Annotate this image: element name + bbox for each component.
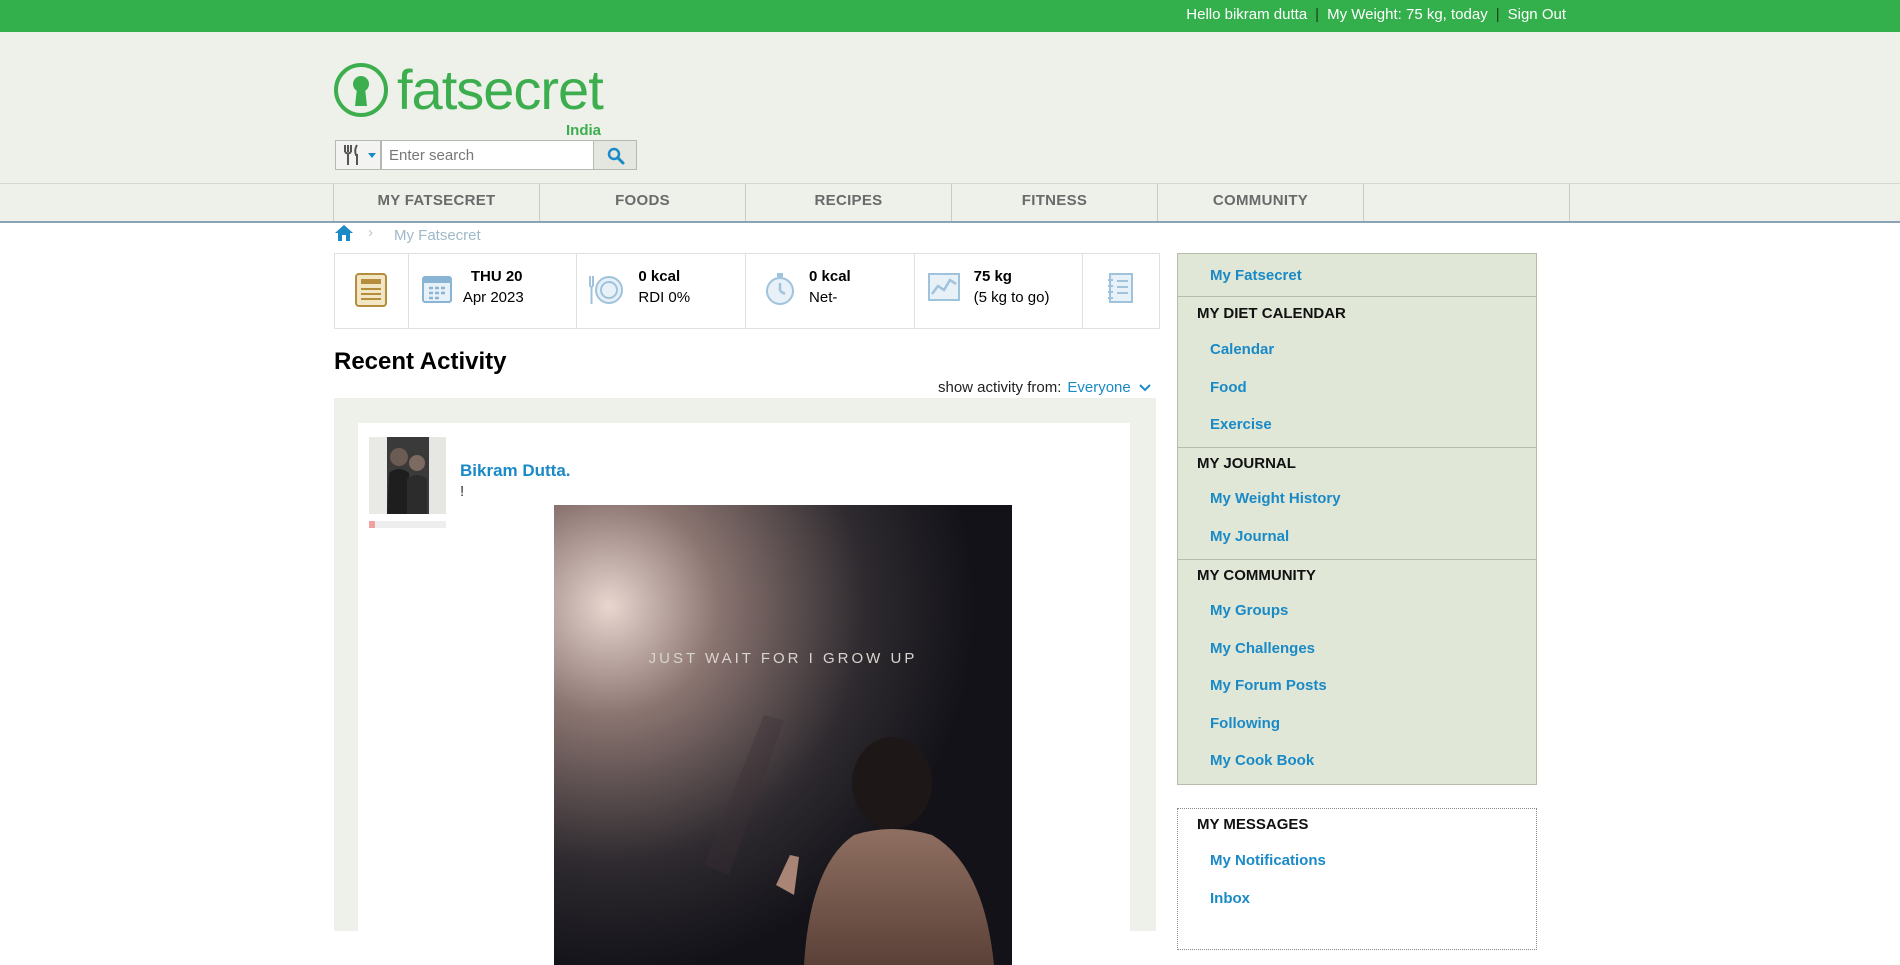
main-nav: MY FATSECRET FOODS RECIPES FITNESS COMMU… <box>0 183 1900 223</box>
top-bar: Hello bikram dutta | My Weight: 75 kg, tod… <box>0 0 1900 32</box>
sidebar-item-calendar[interactable]: Calendar <box>1210 341 1274 358</box>
sidebar-item-cook-book[interactable]: My Cook Book <box>1210 752 1314 769</box>
post-author[interactable]: Bikram Dutta. <box>460 461 571 481</box>
date-day: THU 20 <box>470 268 523 285</box>
date-stat[interactable]: THU 20 Apr 2023 <box>409 254 578 328</box>
progress-bar <box>369 521 446 528</box>
diet-calendar-heading: MY DIET CALENDAR <box>1197 305 1346 322</box>
activity-feed: Bikram Dutta. ! JUST WAIT FOR I GROW UP <box>334 398 1156 965</box>
sidebar-item-following[interactable]: Following <box>1210 715 1280 732</box>
divider <box>1178 447 1536 448</box>
search-type-dropdown[interactable] <box>335 140 381 170</box>
weight-value: 75 kg <box>973 268 1012 285</box>
chevron-right-icon: › <box>368 224 373 241</box>
weight-chart-icon <box>927 273 960 301</box>
journal-heading: MY JOURNAL <box>1197 455 1296 472</box>
chevron-down-icon[interactable] <box>1139 384 1151 392</box>
sidebar-item-groups[interactable]: My Groups <box>1210 602 1288 619</box>
sidebar-item-inbox[interactable]: Inbox <box>1210 890 1250 907</box>
logo-text: fatsecret <box>397 58 604 121</box>
search-input[interactable] <box>381 140 601 170</box>
food-rdi: RDI 0% <box>638 289 691 306</box>
activity-filter: show activity from: Everyone <box>938 379 1151 396</box>
home-icon[interactable] <box>334 224 354 242</box>
food-stat[interactable]: 0 kcal RDI 0% <box>577 254 747 328</box>
activity-card: Bikram Dutta. ! JUST WAIT FOR I GROW UP <box>358 423 1130 965</box>
search-icon <box>607 147 625 165</box>
exercise-net: Net- <box>809 289 838 306</box>
plate-icon <box>589 276 624 304</box>
sidebar-item-exercise[interactable]: Exercise <box>1210 416 1272 433</box>
keyhole-logo-icon <box>334 63 388 117</box>
fork-knife-icon <box>344 144 358 165</box>
user-info: Hello bikram dutta | My Weight: 75 kg, tod… <box>1186 6 1566 23</box>
country-label: India <box>566 122 602 139</box>
weight-stat[interactable]: 75 kg (5 kg to go) <box>915 254 1084 328</box>
caret-down-icon <box>368 153 376 158</box>
journal-icon <box>1108 273 1134 303</box>
sidebar-item-food[interactable]: Food <box>1210 379 1247 396</box>
recent-activity-title: Recent Activity <box>334 348 507 375</box>
sign-out-link[interactable]: Sign Out <box>1508 6 1566 23</box>
exercise-stat[interactable]: 0 kcal Net- <box>746 254 915 328</box>
divider <box>1178 296 1536 297</box>
news-stat[interactable] <box>335 254 409 328</box>
avatar-photo <box>369 437 446 514</box>
post-image-caption: JUST WAIT FOR I GROW UP <box>648 650 918 667</box>
show-from-label: show activity from: <box>938 379 1062 396</box>
post-text: ! <box>460 483 465 500</box>
sidebar-item-forum-posts[interactable]: My Forum Posts <box>1210 677 1327 694</box>
news-icon <box>355 273 387 307</box>
food-kcal: 0 kcal <box>638 268 681 285</box>
community-heading: MY COMMUNITY <box>1197 567 1316 584</box>
divider <box>1178 559 1536 560</box>
journal-stat[interactable] <box>1083 254 1159 328</box>
show-from-dropdown[interactable]: Everyone <box>1067 379 1130 396</box>
my-weight-link[interactable]: My Weight: 75 kg, today <box>1327 6 1488 23</box>
nav-fitness[interactable]: FITNESS <box>952 184 1158 221</box>
sidebar-item-weight-history[interactable]: My Weight History <box>1210 490 1341 507</box>
sidebar-item-notifications[interactable]: My Notifications <box>1210 852 1326 869</box>
nav-empty <box>1364 184 1570 221</box>
stopwatch-icon <box>766 273 795 305</box>
weight-to-go: (5 kg to go) <box>973 289 1050 306</box>
nav-foods[interactable]: FOODS <box>540 184 746 221</box>
post-image[interactable]: JUST WAIT FOR I GROW UP <box>554 505 1012 965</box>
avatar[interactable] <box>369 437 446 514</box>
sidebar-menu: My Fatsecret MY DIET CALENDAR Calendar F… <box>1177 253 1537 785</box>
calendar-icon <box>421 276 452 303</box>
sidebar-item-challenges[interactable]: My Challenges <box>1210 640 1315 657</box>
stats-strip: THU 20 Apr 2023 0 kcal RDI 0% 0 kcal Net… <box>334 253 1160 329</box>
nav-my-fatsecret[interactable]: MY FATSECRET <box>334 184 540 221</box>
messages-box: MY MESSAGES My Notifications Inbox <box>1177 808 1537 950</box>
messages-heading: MY MESSAGES <box>1197 816 1309 833</box>
post-photo <box>554 505 1012 965</box>
breadcrumb-current[interactable]: My Fatsecret <box>394 227 481 244</box>
search-button[interactable] <box>593 140 637 170</box>
exercise-kcal: 0 kcal <box>809 268 851 285</box>
nav-community[interactable]: COMMUNITY <box>1158 184 1364 221</box>
greeting-link[interactable]: Hello bikram dutta <box>1186 6 1307 23</box>
nav-recipes[interactable]: RECIPES <box>746 184 952 221</box>
date-month: Apr 2023 <box>462 289 524 306</box>
sidebar-item-my-fatsecret[interactable]: My Fatsecret <box>1210 267 1302 284</box>
nav-items: MY FATSECRET FOODS RECIPES FITNESS COMMU… <box>333 184 1570 221</box>
sidebar-item-journal[interactable]: My Journal <box>1210 528 1289 545</box>
